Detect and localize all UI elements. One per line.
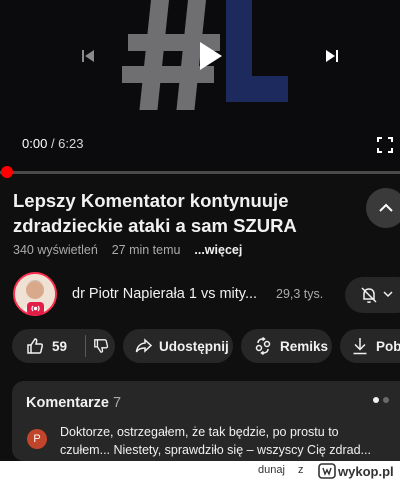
- video-meta[interactable]: 340 wyświetleń 27 min temu ...więcej: [13, 243, 242, 257]
- skip-next-icon: [326, 50, 338, 62]
- bell-off-icon: [361, 287, 377, 303]
- top-comment-text: Doktorze, ostrzegałem, że tak będzie, po…: [60, 423, 388, 459]
- download-label: Pob: [376, 338, 400, 354]
- watermark-bar: dunaj z wykop.pl: [0, 461, 400, 481]
- like-dislike-group: 59: [12, 329, 115, 363]
- comments-count: 7: [113, 395, 122, 411]
- comment-line-1: Doktorze, ostrzegałem, że tak będzie, po…: [60, 425, 339, 439]
- next-video-button[interactable]: [318, 42, 346, 70]
- watermark-user: dunaj: [258, 464, 285, 476]
- fullscreen-icon: [377, 137, 393, 153]
- remix-icon: [255, 337, 271, 355]
- subscriber-count: 29,3 tys.: [276, 287, 324, 301]
- live-badge: [27, 302, 44, 315]
- playback-time: 0:00 / 6:23: [22, 136, 83, 151]
- thumbs-up-icon: [27, 338, 44, 354]
- carousel-dot: [383, 397, 389, 403]
- progress-bar[interactable]: [0, 171, 400, 174]
- show-more-link[interactable]: ...więcej: [194, 243, 242, 257]
- previous-video-button[interactable]: [74, 42, 102, 70]
- carousel-dot-active: [373, 397, 379, 403]
- meta-spacer: [101, 243, 108, 257]
- notifications-button[interactable]: [345, 277, 400, 313]
- watermark-separator: z: [298, 464, 304, 476]
- comment-line-2: czułem... Niestety, sprawdziło się – wsz…: [60, 443, 371, 457]
- skip-previous-icon: [82, 50, 94, 62]
- download-icon: [353, 338, 367, 355]
- share-arrow-icon: [135, 338, 153, 353]
- scrubber-handle[interactable]: [1, 166, 13, 178]
- play-button[interactable]: [186, 34, 234, 78]
- comments-heading: Komentarze 7: [26, 395, 121, 411]
- watermark-site: wykop.pl: [337, 464, 394, 479]
- comments-title: Komentarze: [26, 395, 109, 411]
- wykop-logo: wykop.pl: [318, 463, 394, 479]
- share-button[interactable]: Udostępnij: [123, 329, 233, 363]
- fullscreen-button[interactable]: [376, 136, 394, 154]
- like-count: 59: [52, 338, 68, 354]
- comment-author-avatar: P: [27, 429, 47, 449]
- comments-card[interactable]: Komentarze 7 P Doktorze, ostrzegałem, że …: [12, 381, 400, 461]
- carousel-dots: [373, 397, 389, 403]
- remix-label: Remiks: [280, 338, 329, 354]
- like-button[interactable]: 59: [12, 329, 85, 363]
- meta-spacer: [184, 243, 191, 257]
- download-button[interactable]: Pob: [340, 329, 400, 363]
- remix-button[interactable]: Remiks: [241, 329, 332, 363]
- chevron-up-icon: [379, 203, 393, 212]
- video-duration: 6:23: [58, 136, 84, 151]
- upload-age: 27 min temu: [111, 243, 181, 257]
- channel-name[interactable]: dr Piotr Napierała 1 vs mity...: [72, 286, 272, 302]
- current-time: 0:00: [22, 136, 48, 151]
- broadcast-icon: [31, 305, 40, 312]
- view-count: 340 wyświetleń: [13, 243, 98, 257]
- share-label: Udostępnij: [159, 338, 229, 354]
- thumbs-down-icon: [93, 339, 108, 353]
- dislike-button[interactable]: [86, 329, 115, 363]
- video-title[interactable]: Lepszy Komentator kontynuuje zdradziecki…: [13, 188, 343, 238]
- play-icon: [200, 42, 222, 70]
- collapse-description-button[interactable]: [366, 188, 400, 228]
- video-player[interactable]: 0:00 / 6:23: [0, 0, 400, 172]
- chevron-down-icon: [383, 291, 393, 298]
